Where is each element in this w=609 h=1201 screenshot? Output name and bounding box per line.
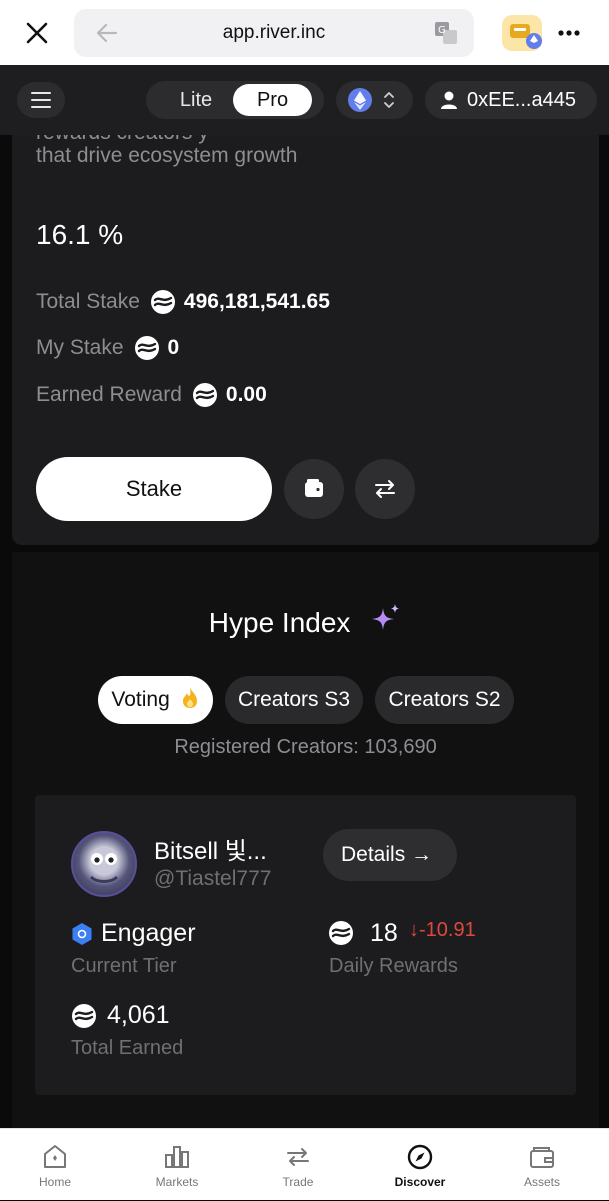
creator-name[interactable]: Bitsell 빛... [154,831,267,866]
tab-creators-s3[interactable]: Creators S3 [225,676,363,724]
app-header: Lite Pro 0xEE...a445 [0,65,609,135]
daily-rewards-label: Daily Rewards [329,955,458,977]
tab-trade[interactable]: Trade [248,1129,348,1201]
tab-trade-label: Trade [282,1175,314,1189]
svg-text:G: G [438,25,446,36]
swap-icon [375,480,395,498]
tab-assets-label: Assets [523,1175,560,1189]
browser-bar: app.river.inc G [0,0,609,65]
translate-icon[interactable]: G [434,21,458,45]
more-icon[interactable] [556,22,582,44]
tab-discover[interactable]: Discover [370,1129,470,1201]
tab-discover-label: Discover [394,1175,446,1189]
my-stake-label: My Stake [36,336,124,359]
creator-handle: @Tiastel777 [154,867,272,890]
wallet-button[interactable] [284,459,344,519]
creator-card: Bitsell 빛... @Tiastel777 Details → Engag… [35,795,576,1095]
tab-assets[interactable]: Assets [492,1129,592,1201]
tab-markets[interactable]: Markets [127,1129,227,1201]
wallet-extension-icon[interactable] [502,15,542,51]
menu-button[interactable] [17,82,65,118]
avatar[interactable] [71,831,137,897]
tier-value: Engager [101,919,196,947]
mode-toggle[interactable]: Lite Pro [146,81,324,119]
tab-home-label: Home [38,1175,71,1189]
river-token-icon [72,1004,96,1028]
apr-value: 16.1 % [36,219,124,250]
tab-voting[interactable]: Voting [98,676,213,724]
details-button[interactable]: Details → [323,829,457,881]
url-bar[interactable]: app.river.inc G [74,9,474,57]
daily-rewards-change: ↓-10.91 [409,919,476,941]
home-icon [44,1145,66,1168]
user-icon [441,91,457,109]
river-token-icon [192,383,217,407]
bottom-tab-bar: Home Markets Trade Discover Assets [0,1128,609,1200]
registered-creators: Registered Creators: 103,690 [174,736,437,758]
hype-title-row: Hype Index [12,602,599,639]
sparkle-icon [372,604,400,630]
earned-reward-row: Earned Reward 0.00 [36,380,267,410]
compass-icon [407,1144,433,1170]
hype-index-section: Hype Index Voting Creators S3 Creators S… [12,552,599,1132]
tab-creators-s2[interactable]: Creators S2 [375,676,514,724]
tier-badge-icon [72,923,92,945]
ethereum-icon [348,88,372,112]
total-stake-row: Total Stake 496,181,541.65 [36,287,330,317]
account-address: 0xEE...a445 [467,89,576,111]
close-icon[interactable] [22,18,52,48]
wallet-icon [530,1147,554,1168]
total-stake-value: 496,181,541.65 [183,290,330,313]
river-token-icon [150,290,175,314]
chain-selector[interactable] [336,81,413,119]
account-button[interactable]: 0xEE...a445 [425,81,597,119]
my-stake-value: 0 [167,336,180,359]
tab-voting-label: Voting [111,688,170,711]
tab-home[interactable]: Home [5,1129,105,1201]
total-earned-value: 4,061 [107,1001,170,1029]
chevron-updown-icon [384,92,394,108]
tier-label: Current Tier [71,955,177,977]
stake-card: rewards creators y that drive ecosystem … [12,135,599,545]
daily-rewards-value: 18 [370,919,398,947]
hamburger-icon [31,92,51,108]
hype-title: Hype Index [208,607,351,638]
total-stake-label: Total Stake [36,290,140,313]
mode-lite-option[interactable]: Lite [158,89,234,112]
fire-icon [182,688,197,708]
my-stake-row: My Stake 0 [36,333,179,363]
card-description: that drive ecosystem growth [36,144,298,167]
river-token-icon [134,336,159,360]
earned-reward-label: Earned Reward [36,383,182,406]
stake-button[interactable]: Stake [36,457,272,521]
total-earned-label: Total Earned [71,1037,184,1059]
tab-markets-label: Markets [155,1175,199,1189]
mode-pro-option[interactable]: Pro [233,84,312,116]
river-token-icon [329,921,353,945]
wallet-icon [305,479,323,497]
trade-icon [287,1148,309,1166]
url-text: app.river.inc [222,22,326,43]
markets-icon [165,1146,189,1168]
earned-reward-value: 0.00 [225,383,267,406]
swap-button[interactable] [355,459,415,519]
